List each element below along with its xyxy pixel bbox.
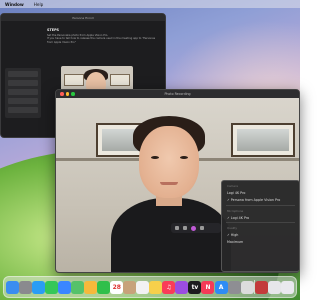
music-icon[interactable]: ♫ <box>162 280 176 294</box>
sidebar-row[interactable] <box>8 89 38 95</box>
persona-face <box>139 126 199 198</box>
safari-icon[interactable] <box>32 280 46 294</box>
window-titlebar[interactable]: Persona Enroll <box>1 14 165 21</box>
menu-section-camera: Camera <box>227 184 238 189</box>
menu-item-quality[interactable]: ✓ High <box>222 232 299 239</box>
photos-icon[interactable] <box>84 280 98 294</box>
launchpad-icon[interactable] <box>19 280 33 294</box>
menu-item-camera[interactable]: ✓ Persona from Apple Vision Pro <box>222 197 299 204</box>
persona-eye-right <box>180 156 188 159</box>
podcasts-icon[interactable] <box>175 280 189 294</box>
notes-icon[interactable] <box>149 280 163 294</box>
appletv-icon[interactable]: tv <box>188 280 202 294</box>
preview-icon[interactable] <box>240 280 254 294</box>
persona-eye-left <box>151 156 159 159</box>
instructions-heading: STEPS <box>47 28 59 32</box>
recording-toolbar <box>171 223 221 233</box>
appstore-icon[interactable]: A <box>214 280 228 294</box>
news-icon[interactable]: N <box>201 280 215 294</box>
instructions: STEPS Set the Personalia photo from Appl… <box>47 28 157 44</box>
messages-icon[interactable] <box>45 280 59 294</box>
wall-art-right <box>110 74 130 86</box>
menu-item-quality[interactable]: Maximum <box>222 238 299 245</box>
menu-separator <box>226 204 295 206</box>
chevron-down-icon[interactable] <box>200 226 204 230</box>
menu-section-quality: Quality <box>227 226 237 231</box>
instruction-line-2: If you have to tell how to release the c… <box>47 37 156 44</box>
reminders-icon[interactable] <box>136 280 150 294</box>
dock: 28 ♫ tv N A <box>3 276 297 298</box>
camera-icon[interactable] <box>183 226 187 230</box>
window-title: Persona Enroll <box>72 15 94 20</box>
finder-icon[interactable] <box>6 280 20 294</box>
menu-separator <box>226 222 295 224</box>
photobooth-icon[interactable] <box>254 280 268 294</box>
trash-icon[interactable] <box>280 280 294 294</box>
wall-art-left <box>64 74 84 86</box>
menu-item-microphone[interactable]: ✓ Logi 4K Pro <box>222 214 299 221</box>
sidebar-row[interactable] <box>8 98 38 104</box>
facetime-icon[interactable] <box>97 280 111 294</box>
record-button[interactable] <box>191 225 196 231</box>
persona-body <box>111 198 231 272</box>
menu-bar: Window Help <box>0 0 300 8</box>
menu-help[interactable]: Help <box>34 2 44 7</box>
menu-section-microphone: Microphone <box>227 208 244 213</box>
menu-item-camera[interactable]: Logi 4K Pro <box>222 190 299 197</box>
persona-mouth <box>160 182 178 185</box>
source-popup-menu: Camera Logi 4K Pro ✓ Persona from Apple … <box>221 180 300 272</box>
calendar-icon[interactable]: 28 <box>110 280 124 294</box>
menu-window[interactable]: Window <box>5 2 24 7</box>
options-icon[interactable] <box>175 226 179 230</box>
window-titlebar[interactable]: Photo Recording <box>56 90 299 98</box>
settings-sidebar <box>5 68 41 118</box>
maps-icon[interactable] <box>71 280 85 294</box>
downloads-icon[interactable] <box>267 280 281 294</box>
contacts-icon[interactable] <box>123 280 137 294</box>
sidebar-row[interactable] <box>8 71 38 77</box>
settings-icon[interactable] <box>227 280 241 294</box>
wall-art-right <box>231 123 295 157</box>
window-title: Photo Recording <box>164 92 191 96</box>
sidebar-row[interactable] <box>8 107 38 113</box>
sidebar-row[interactable] <box>8 80 38 86</box>
mail-icon[interactable] <box>58 280 72 294</box>
